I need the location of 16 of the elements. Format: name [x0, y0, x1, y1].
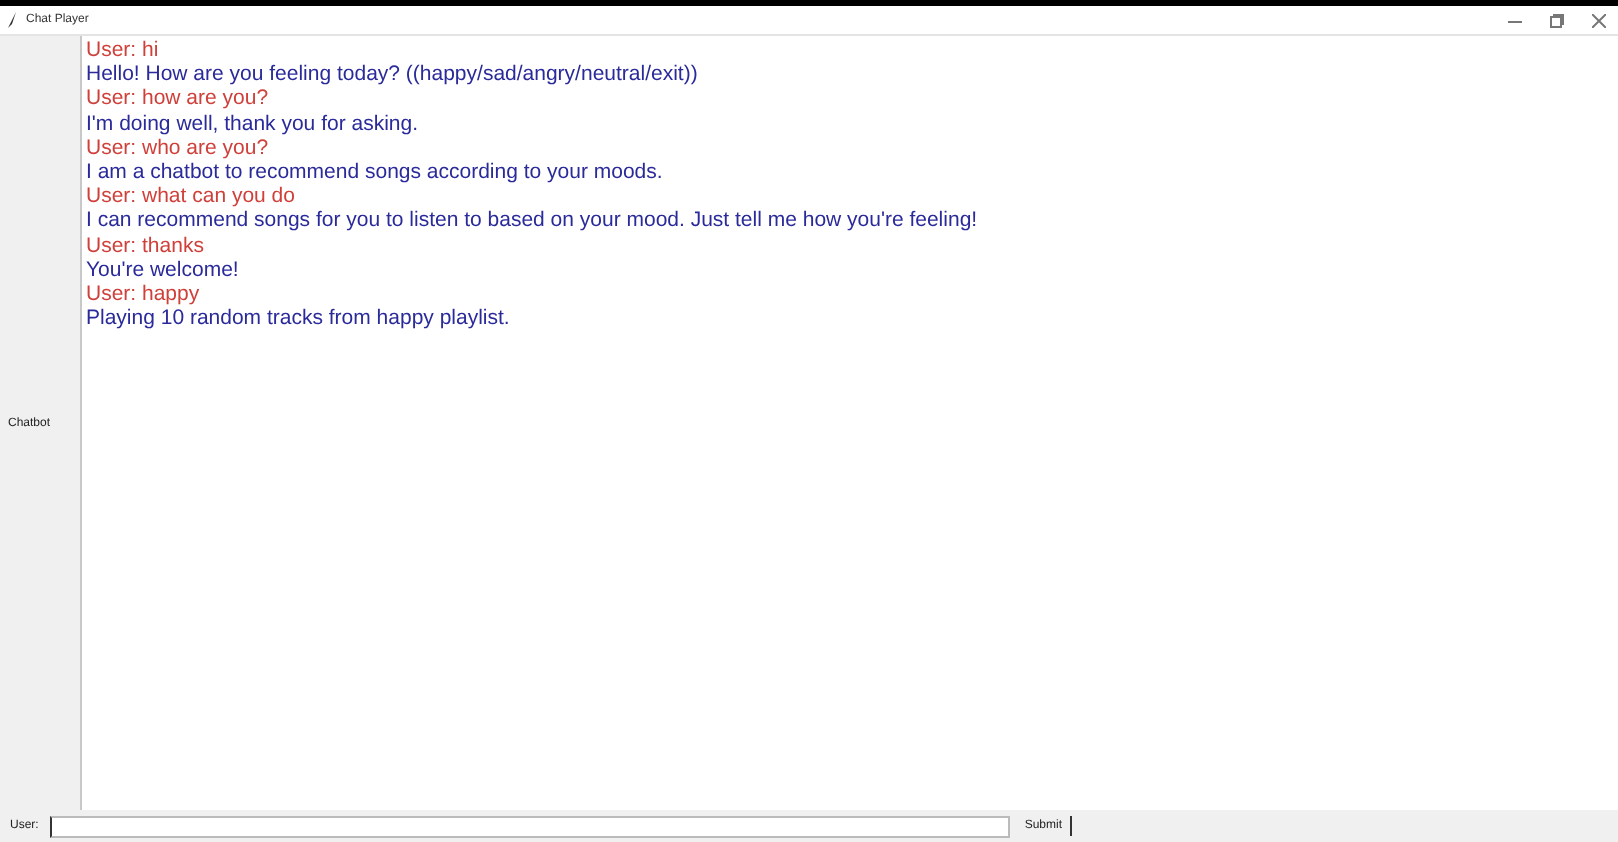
input-field[interactable]	[50, 815, 1011, 837]
bot-message: Hello! How are you feeling today? ((happy/sad/angry/neutral/exit))	[86, 62, 700, 87]
feather-icon	[8, 12, 18, 28]
user-message: User: what can you do	[86, 184, 297, 209]
bot-message: I'm doing well, thank you for asking.	[86, 111, 421, 136]
close-icon[interactable]	[1592, 13, 1606, 27]
bot-message: I am a chatbot to recommend songs according to your moods.	[86, 160, 665, 185]
user-message: User: who are you?	[86, 135, 271, 161]
bot-message: I can recommend songs for you to listen to based on your mood. Just tell me how you're feeling!	[86, 208, 980, 234]
user-message: User: thanks	[86, 233, 206, 258]
bot-message: Playing 10 random tracks from happy playlist.	[86, 306, 512, 331]
user-message: User: happy	[86, 282, 202, 307]
user-message: User: how are you?	[86, 86, 271, 112]
bot-message: You're welcome!	[86, 257, 241, 283]
maximize-icon[interactable]	[1550, 13, 1564, 27]
user-message: User: hi	[86, 38, 161, 63]
